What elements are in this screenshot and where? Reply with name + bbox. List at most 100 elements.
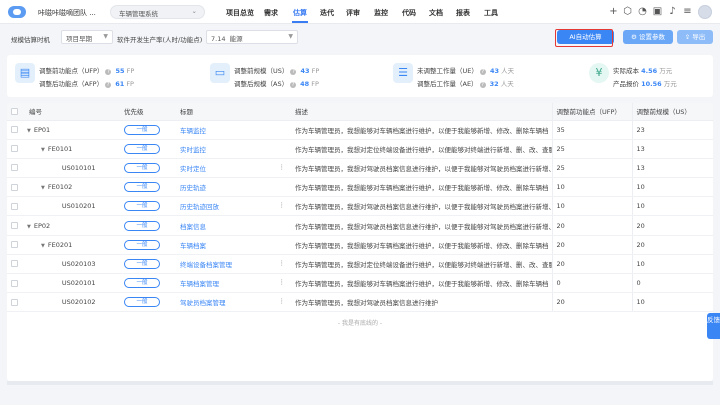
row-title-link[interactable]: 驾驶员档案管理 bbox=[180, 299, 226, 307]
avatar[interactable] bbox=[698, 5, 712, 19]
row-us: 10 bbox=[632, 196, 713, 217]
row-checkbox[interactable] bbox=[11, 126, 18, 134]
col-title[interactable]: 标题 bbox=[176, 103, 291, 121]
table-row[interactable]: ▼ EP01 一般 车辆监控 作为车辆管理员，我想能够对车辆档案进行维护，以便于我能够新… bbox=[7, 120, 713, 140]
table-row[interactable]: ▼US010101 一般 实时定位 ⋮ 作为车辆管理员，我想对驾驶员档案信息进行维护，以… bbox=[7, 158, 713, 179]
help-icon[interactable]: ? bbox=[479, 82, 486, 88]
row-checkbox[interactable] bbox=[11, 298, 18, 306]
calendar-icon[interactable]: ▣ bbox=[652, 6, 663, 17]
help-icon[interactable]: ? bbox=[479, 69, 486, 75]
nav-item[interactable]: 监控 bbox=[374, 8, 388, 18]
col-ufp[interactable]: 调整前功能点（UFP） bbox=[552, 103, 633, 121]
bell-icon[interactable]: ♪ bbox=[667, 6, 678, 17]
productivity-select[interactable]: 7.14 能源 ▼ bbox=[206, 30, 298, 44]
priority-badge[interactable]: 一般 bbox=[124, 201, 160, 212]
table-row[interactable]: ▼ EP02 一般 档案信息 作为车辆管理员，我想对驾驶员档案信息进行维护，以便于我能够… bbox=[7, 215, 713, 236]
priority-badge[interactable]: 一般 bbox=[124, 258, 160, 269]
priority-badge[interactable]: 一般 bbox=[124, 239, 160, 250]
nav-item[interactable]: 报表 bbox=[456, 8, 470, 18]
expand-caret-icon[interactable]: ▼ bbox=[27, 128, 31, 134]
cube-icon[interactable]: ⬡ bbox=[622, 6, 633, 17]
project-select[interactable]: 车辆管理系统 ⌄ bbox=[110, 5, 205, 19]
nav-item[interactable]: 需求 bbox=[264, 8, 278, 18]
nav-item[interactable]: 文档 bbox=[429, 8, 443, 18]
more-options-icon[interactable]: ⋮ bbox=[279, 201, 286, 209]
more-options-icon[interactable]: ⋮ bbox=[279, 278, 286, 286]
row-checkbox[interactable] bbox=[11, 260, 18, 268]
table-row[interactable]: ▼US010201 一般 历史轨迹回放 ⋮ 作为车辆管理员，我想对驾驶员档案信息进行维护… bbox=[7, 196, 713, 217]
feedback-tab[interactable]: 反馈 bbox=[707, 313, 720, 339]
col-id[interactable]: 编号 bbox=[25, 103, 120, 121]
row-title-link[interactable]: 车辆档案管理 bbox=[180, 280, 219, 288]
row-title-link[interactable]: 档案信息 bbox=[180, 223, 206, 231]
row-checkbox[interactable] bbox=[11, 145, 18, 153]
table-row[interactable]: ▼US020101 一般 车辆档案管理 ⋮ 作为车辆管理员，我想能够对车辆档案进行维护，… bbox=[7, 273, 713, 294]
select-all-checkbox[interactable] bbox=[11, 107, 18, 115]
timing-label: 规模估算时机 bbox=[11, 36, 50, 44]
more-options-icon[interactable]: ⋮ bbox=[279, 297, 286, 305]
more-options-icon[interactable]: ⋮ bbox=[279, 259, 286, 267]
nav-item[interactable]: 迭代 bbox=[320, 8, 334, 18]
horizontal-scrollbar[interactable] bbox=[7, 381, 713, 385]
row-title-link[interactable]: 历史轨迹 bbox=[180, 184, 206, 192]
row-checkbox[interactable] bbox=[11, 164, 18, 172]
team-name[interactable]: 咔嗞咔嗞嘀团队 ... bbox=[38, 8, 96, 18]
expand-caret-icon[interactable]: ▼ bbox=[41, 185, 45, 191]
expand-caret-icon[interactable]: ▼ bbox=[41, 243, 45, 249]
row-priority-cell: 一般 bbox=[120, 292, 176, 313]
priority-badge[interactable]: 一般 bbox=[124, 124, 160, 135]
settings-sliders-icon[interactable]: ≡ bbox=[682, 6, 693, 17]
row-title-link[interactable]: 实时定位 bbox=[180, 165, 206, 173]
table-row[interactable]: ▼US020103 一般 终端设备档案管理 ⋮ 作为车辆管理员，我想对定位终端设备进行维… bbox=[7, 254, 713, 275]
row-ufp: 25 bbox=[552, 139, 633, 159]
priority-badge[interactable]: 一般 bbox=[124, 182, 160, 193]
row-checkbox[interactable] bbox=[11, 202, 18, 210]
nav-item[interactable]: 工具 bbox=[484, 8, 498, 18]
row-checkbox[interactable] bbox=[11, 222, 18, 230]
set-params-label: 设置参数 bbox=[638, 33, 665, 41]
row-title-link[interactable]: 实时监控 bbox=[180, 146, 206, 154]
help-icon[interactable]: ? bbox=[105, 82, 112, 88]
estimate-table: 编号 优先级 标题 描述 调整前功能点（UFP） 调整前规模（US） ▼ EP01… bbox=[7, 103, 713, 313]
col-priority[interactable]: 优先级 bbox=[120, 103, 176, 121]
row-description: 作为车辆管理员，我想对驾驶员档案信息进行维护，以便于我能够对驾驶员档案进行新增、 bbox=[291, 196, 553, 217]
row-title-link[interactable]: 车辆监控 bbox=[180, 127, 206, 135]
set-params-button[interactable]: ⚙ 设置参数 bbox=[623, 30, 673, 44]
nav-item[interactable]: 估算 bbox=[293, 8, 307, 18]
nav-item[interactable]: 项目总览 bbox=[226, 8, 254, 18]
priority-badge[interactable]: 一般 bbox=[124, 143, 160, 154]
expand-caret-icon[interactable]: ▼ bbox=[27, 224, 31, 230]
priority-badge[interactable]: 一般 bbox=[124, 297, 160, 308]
table-row[interactable]: ▼ FE0101 一般 实时监控 作为车辆管理员，我想对定位终端设备进行维护，以便能够对… bbox=[7, 139, 713, 159]
row-title-link[interactable]: 车辆档案 bbox=[180, 242, 206, 250]
pie-chart-icon[interactable]: ◔ bbox=[637, 6, 648, 17]
help-icon[interactable]: ? bbox=[290, 82, 297, 88]
row-checkbox[interactable] bbox=[11, 279, 18, 287]
plus-icon[interactable]: + bbox=[608, 6, 619, 17]
timing-select[interactable]: 项目早期 ▼ bbox=[61, 30, 113, 44]
more-options-icon[interactable]: ⋮ bbox=[279, 163, 286, 171]
project-select-value: 车辆管理系统 bbox=[119, 10, 158, 18]
table-row[interactable]: ▼ FE0201 一般 车辆档案 作为车辆管理员，我想能够对车辆档案进行维护，以便于我能… bbox=[7, 235, 713, 255]
app-logo[interactable] bbox=[8, 6, 26, 18]
help-icon[interactable]: ? bbox=[105, 69, 112, 75]
col-description[interactable]: 描述 bbox=[291, 103, 553, 121]
nav-item[interactable]: 评审 bbox=[346, 8, 360, 18]
row-title-link[interactable]: 终端设备档案管理 bbox=[180, 261, 232, 269]
help-icon[interactable]: ? bbox=[290, 69, 297, 75]
table-row[interactable]: ▼US020102 一般 驾驶员档案管理 ⋮ 作为车辆管理员，我想对驾驶员档案信息进行维… bbox=[7, 292, 713, 313]
priority-badge[interactable]: 一般 bbox=[124, 220, 160, 231]
priority-badge[interactable]: 一般 bbox=[124, 278, 160, 289]
table-row[interactable]: ▼ FE0102 一般 历史轨迹 作为车辆管理员，我想能够对车辆档案进行维护，以便于我能… bbox=[7, 177, 713, 198]
expand-caret-icon[interactable]: ▼ bbox=[41, 147, 45, 153]
row-checkbox[interactable] bbox=[11, 241, 18, 249]
priority-badge[interactable]: 一般 bbox=[124, 162, 160, 173]
cost-label: 实际成本 bbox=[613, 67, 639, 75]
row-title-link[interactable]: 历史轨迹回放 bbox=[180, 203, 219, 211]
col-us[interactable]: 调整前规模（US） bbox=[632, 103, 713, 121]
row-checkbox[interactable] bbox=[11, 183, 18, 191]
ue-label: 未调整工作量（UE） bbox=[417, 67, 478, 75]
nav-item[interactable]: 代码 bbox=[402, 8, 416, 18]
cost-card: ¥ 实际成本 4.56 万元 产品报价 10.56 万元 bbox=[589, 63, 709, 91]
export-button[interactable]: ⇪ 导出 bbox=[677, 30, 713, 44]
